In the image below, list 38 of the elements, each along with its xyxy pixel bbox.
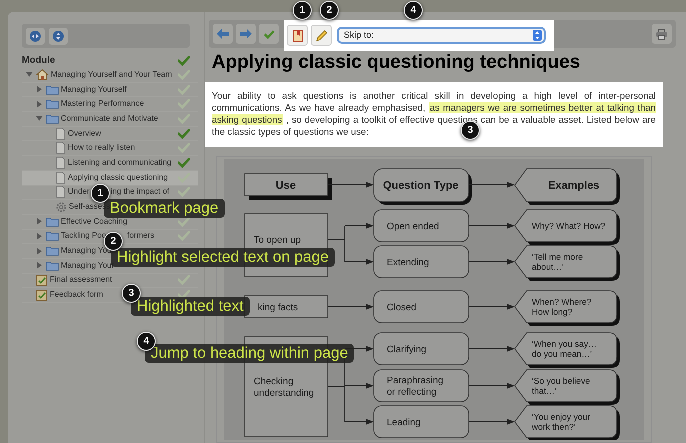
tree-item-label: ing the impact of (110, 186, 170, 198)
example-box: ‘Tell me more about…’ (514, 246, 620, 281)
use-header: Use (244, 174, 332, 200)
number-badge: 2 (320, 1, 339, 20)
example-box: ‘You enjoy your work then?’ (514, 406, 620, 440)
example-box: When? Where? How long? (514, 290, 620, 326)
examples-header: Examples (514, 168, 620, 205)
number-badge: 4 (404, 1, 423, 20)
tree-item-label: Applying classic questioning (68, 172, 168, 184)
tree-item-label: Mastering Performance (61, 98, 144, 110)
callout-tooltip: Jump to heading within page (145, 344, 354, 363)
page-title: Applying classic questioning techniques (212, 51, 582, 75)
tree-item-label: Managing Yourself and Your Team (51, 68, 172, 81)
question-type-header: Question Type (374, 168, 472, 205)
question-type-box: Closed (374, 290, 470, 324)
question-type-box: Extending (374, 246, 470, 278)
question-type-box: Open ended (374, 210, 470, 242)
tree-item-label: Overview (68, 128, 102, 140)
number-badge: 1 (293, 1, 312, 20)
example-box: ‘When you say… do you mean…’ (514, 332, 620, 368)
tree-item-label: Listening and communicating (68, 156, 172, 169)
question-type-box: Paraphrasing or reflecting (374, 370, 470, 402)
tree-item-label: Under (68, 186, 90, 198)
question-type-box: Leading (374, 406, 470, 438)
tree-item-label: Feedback form (50, 289, 104, 302)
tree-item-label: Managing Yourself (61, 84, 127, 96)
use-box: king facts (244, 296, 328, 318)
tree-item-label: formers (127, 230, 154, 242)
tree-item-label: Tackling Poo (61, 230, 106, 242)
example-box: Why? What? How? (514, 210, 620, 245)
tree-item-label: Final assessment (50, 274, 112, 286)
tree-item-label: How to really listen (68, 142, 136, 154)
example-box: ‘So you believe that…’ (514, 370, 620, 405)
question-type-box: Clarifying (374, 332, 470, 366)
tree-item-label: Effective Coaching (61, 216, 128, 228)
callout-tooltip: Highlighted text (131, 297, 250, 316)
module-heading: Module (22, 54, 56, 68)
tree-item-label: Communicate and Motivate (61, 112, 158, 125)
